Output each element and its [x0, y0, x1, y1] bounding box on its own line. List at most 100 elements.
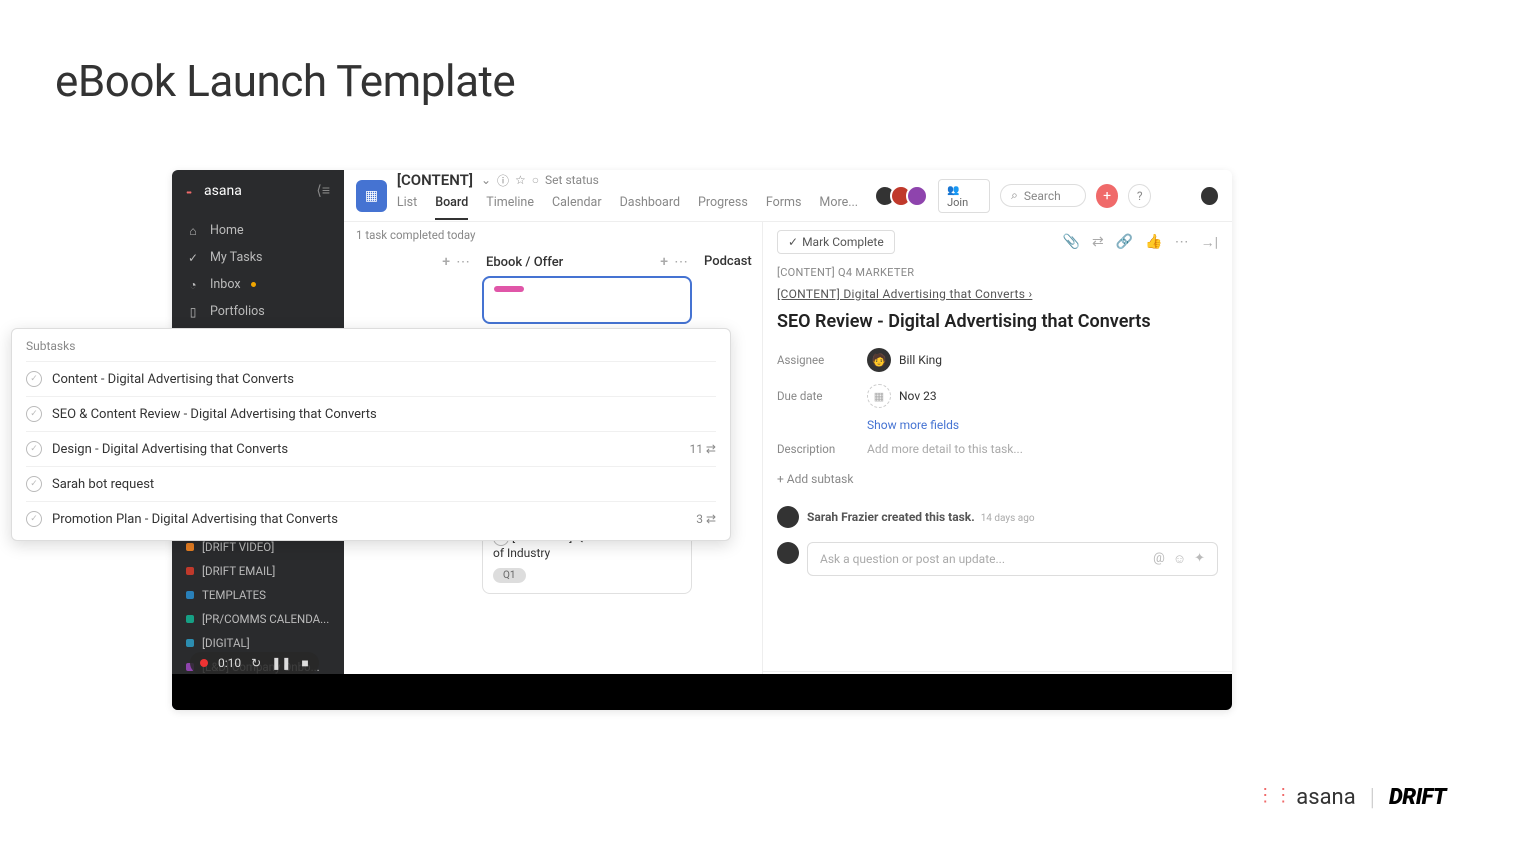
- more-icon[interactable]: ⋯: [1175, 234, 1189, 251]
- subtask-row[interactable]: ✓ Content - Digital Advertising that Con…: [26, 361, 716, 396]
- check-circle-icon: ✓: [186, 251, 200, 265]
- more-icon[interactable]: ⋯: [674, 254, 688, 270]
- stop-icon[interactable]: ■: [301, 656, 308, 670]
- user-avatar[interactable]: [1199, 185, 1220, 207]
- subtask-row[interactable]: ✓ Sarah bot request: [26, 466, 716, 501]
- subtask-text: Promotion Plan - Digital Advertising tha…: [52, 512, 686, 527]
- column-header: Podcast: [700, 248, 760, 275]
- field-label: Description: [777, 442, 847, 456]
- subtask-row[interactable]: ✓ SEO & Content Review - Digital Adverti…: [26, 396, 716, 431]
- check-circle-icon[interactable]: ✓: [26, 441, 42, 457]
- info-icon[interactable]: ⓘ: [497, 172, 509, 189]
- subtask-text: Sarah bot request: [52, 477, 716, 492]
- join-button[interactable]: 👥 Join: [938, 179, 990, 213]
- breadcrumb-parent[interactable]: [CONTENT] Digital Advertising that Conve…: [763, 283, 1232, 305]
- tab-bar: List Board Timeline Calendar Dashboard P…: [397, 191, 870, 220]
- nav-label: Portfolios: [210, 304, 265, 319]
- star-icon[interactable]: ☆: [515, 173, 526, 187]
- help-button[interactable]: ?: [1128, 184, 1151, 208]
- description-field[interactable]: Description Add more detail to this task…: [763, 436, 1232, 462]
- separator: |: [1370, 783, 1375, 811]
- subtask-row[interactable]: ✓ Design - Digital Advertising that Conv…: [26, 431, 716, 466]
- due-date-value: Nov 23: [899, 389, 937, 403]
- refresh-icon[interactable]: ↻: [251, 656, 261, 670]
- project-label: TEMPLATES: [202, 588, 266, 602]
- mark-complete-button[interactable]: ✓ Mark Complete: [777, 230, 895, 254]
- subtasks-popover: Subtasks ✓ Content - Digital Advertising…: [11, 328, 731, 541]
- show-more-fields[interactable]: Show more fields: [763, 414, 1232, 436]
- check-circle-icon[interactable]: ✓: [26, 476, 42, 492]
- project-item[interactable]: TEMPLATES: [172, 583, 344, 607]
- member-avatars[interactable]: [880, 185, 928, 207]
- detail-header: ✓ Mark Complete 📎 ⇄ 🔗 👍 ⋯ →|: [763, 222, 1232, 262]
- tab-progress[interactable]: Progress: [698, 191, 748, 220]
- task-title[interactable]: SEO Review - Digital Advertising that Co…: [763, 305, 1232, 342]
- nav-label: My Tasks: [210, 250, 263, 265]
- like-icon[interactable]: 👍: [1145, 234, 1162, 251]
- check-circle-icon[interactable]: ✓: [26, 371, 42, 387]
- check-circle-icon[interactable]: ✓: [26, 406, 42, 422]
- subtasks-label: Subtasks: [26, 339, 716, 353]
- project-title[interactable]: [CONTENT]: [397, 171, 473, 189]
- video-controls[interactable]: 0:10 ↻ ❚❚ ■: [190, 652, 319, 674]
- slide-title: eBook Launch Template: [55, 55, 515, 107]
- more-icon[interactable]: ⋯: [456, 254, 470, 270]
- link-icon[interactable]: 🔗: [1116, 234, 1133, 251]
- due-date-field[interactable]: Due date ▦Nov 23: [763, 378, 1232, 414]
- detail-actions: 📎 ⇄ 🔗 👍 ⋯ →|: [1063, 234, 1218, 251]
- subtasks-icon[interactable]: ⇄: [1092, 234, 1104, 251]
- tab-forms[interactable]: Forms: [766, 191, 802, 220]
- nav-home[interactable]: ⌂Home: [172, 217, 344, 244]
- project-item[interactable]: [PR/COMMS CALENDA...: [172, 607, 344, 631]
- description-placeholder: Add more detail to this task...: [867, 442, 1023, 456]
- attachment-icon[interactable]: 📎: [1063, 234, 1080, 251]
- pause-icon[interactable]: ❚❚: [271, 656, 291, 670]
- project-icon[interactable]: ▦: [356, 180, 387, 212]
- chevron-down-icon[interactable]: ⌄: [481, 173, 491, 187]
- comment-placeholder: Ask a question or post an update...: [820, 552, 1005, 566]
- project-label: [DRIFT EMAIL]: [202, 564, 275, 578]
- avatar: [777, 542, 799, 564]
- check-circle-icon[interactable]: ✓: [26, 511, 42, 527]
- add-subtask-button[interactable]: + Add subtask: [763, 462, 1232, 496]
- add-card-icon[interactable]: +: [442, 254, 450, 270]
- column-title[interactable]: Podcast: [704, 254, 752, 269]
- nav-inbox[interactable]: ◔Inbox: [172, 271, 344, 298]
- add-button[interactable]: +: [1096, 184, 1119, 208]
- video-progress-bar[interactable]: [172, 674, 1232, 710]
- tab-board[interactable]: Board: [435, 191, 468, 220]
- tab-dashboard[interactable]: Dashboard: [620, 191, 680, 220]
- set-status[interactable]: Set status: [545, 173, 599, 187]
- footer-brand: ⋮⋮ asana | DRIFT: [1256, 783, 1446, 811]
- asana-logo[interactable]: asana: [186, 183, 242, 199]
- assignee-field[interactable]: Assignee 🧑Bill King: [763, 342, 1232, 378]
- nav-my-tasks[interactable]: ✓ My Tasks: [172, 244, 344, 271]
- collapse-sidebar-icon[interactable]: ⟨≡: [316, 182, 330, 199]
- tab-list[interactable]: List: [397, 191, 417, 220]
- at-icon[interactable]: @: [1153, 551, 1165, 567]
- emoji-icon[interactable]: ☺: [1173, 551, 1186, 567]
- activity-text: Sarah Frazier created this task.: [807, 510, 975, 524]
- video-time: 0:10: [218, 656, 241, 670]
- board-card[interactable]: [482, 276, 692, 324]
- comment-input[interactable]: Ask a question or post an update... @ ☺ …: [807, 542, 1218, 576]
- calendar-icon: ▦: [867, 384, 891, 408]
- tab-calendar[interactable]: Calendar: [552, 191, 602, 220]
- tab-timeline[interactable]: Timeline: [486, 191, 534, 220]
- project-color-icon: [186, 543, 194, 551]
- column-header: +⋯: [354, 248, 474, 276]
- project-color-icon: [186, 639, 194, 647]
- project-item[interactable]: [DRIFT EMAIL]: [172, 559, 344, 583]
- column-title[interactable]: Ebook / Offer: [486, 255, 563, 270]
- subtask-row[interactable]: ✓ Promotion Plan - Digital Advertising t…: [26, 501, 716, 536]
- asana-dots-icon: ⋮⋮: [1256, 785, 1292, 806]
- close-icon[interactable]: →|: [1201, 234, 1218, 251]
- search-input[interactable]: ⌕Search: [1000, 184, 1086, 207]
- add-card-icon[interactable]: +: [660, 254, 668, 270]
- star-icon[interactable]: ✦: [1194, 551, 1205, 567]
- asana-logo: ⋮⋮ asana: [1256, 785, 1355, 810]
- tab-more[interactable]: More...: [819, 191, 858, 220]
- nav-portfolios[interactable]: ▯Portfolios: [172, 298, 344, 325]
- activity-time: 14 days ago: [981, 513, 1035, 524]
- project-color-icon: [186, 591, 194, 599]
